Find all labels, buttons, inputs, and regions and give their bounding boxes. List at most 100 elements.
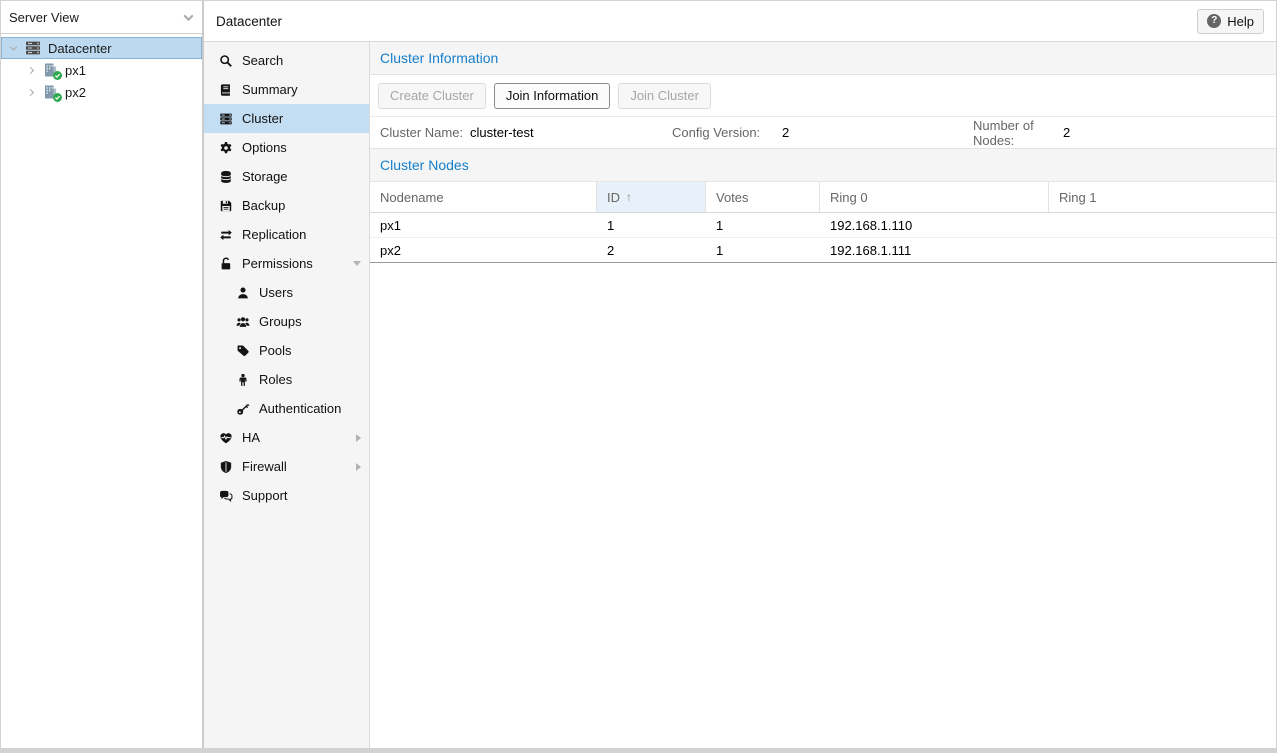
sidebar-item-label: Firewall [242,459,287,474]
number-of-nodes-value: 2 [1063,125,1070,140]
chevron-down-icon [184,11,194,21]
view-selector-combo[interactable]: Server View [1,1,202,34]
sidebar-item-roles[interactable]: Roles [204,365,369,394]
sidebar-item-pools[interactable]: Pools [204,336,369,365]
sidebar-item-backup[interactable]: Backup [204,191,369,220]
help-button[interactable]: ? Help [1197,9,1264,34]
floppy-icon [218,198,233,213]
caret-right-icon [356,434,361,442]
tag-icon [235,343,250,358]
caret-right-icon [356,463,361,471]
cluster-toolbar: Create Cluster Join Information Join Clu… [370,75,1276,117]
page-title: Datacenter [216,14,282,29]
sidebar-item-label: Replication [242,227,306,242]
column-header-ring0[interactable]: Ring 0 [820,182,1049,212]
datacenter-icon [25,40,43,56]
key-icon [235,401,250,416]
sidebar-item-storage[interactable]: Storage [204,162,369,191]
sidebar-item-label: Roles [259,372,292,387]
cell-ring0: 192.168.1.110 [820,213,1049,237]
help-button-label: Help [1227,14,1254,29]
tree-node-datacenter[interactable]: Datacenter [1,37,202,59]
config-version-field: Config Version: 2 [672,125,973,140]
unlock-icon [218,256,233,271]
tree-node-label: px2 [65,85,86,100]
cluster-name-value: cluster-test [470,125,534,140]
panel-title: Cluster Information [380,50,498,66]
sidebar-item-users[interactable]: Users [204,278,369,307]
database-icon [218,169,233,184]
panel-title: Cluster Nodes [380,157,469,173]
expander-closed-icon[interactable] [23,68,37,73]
resource-tree: Datacenter px1 [1,34,202,103]
search-icon [218,53,233,68]
node-online-icon [42,84,60,100]
header-bar: Datacenter ? Help [204,1,1276,42]
cluster-name-label: Cluster Name: [380,125,470,140]
sidebar-item-label: Backup [242,198,285,213]
cluster-nodes-header: Cluster Nodes [370,149,1276,182]
sidebar-item-authentication[interactable]: Authentication [204,394,369,423]
content-area: Cluster Information Create Cluster Join … [370,42,1276,748]
sidebar-item-firewall[interactable]: Firewall [204,452,369,481]
caret-down-icon [353,261,361,266]
tree-node-px1[interactable]: px1 [1,59,202,81]
expander-closed-icon[interactable] [23,90,37,95]
cluster-nodes-table: Nodename ID ↑ Votes Ring 0 [370,182,1276,263]
sidebar-item-label: Search [242,53,283,68]
gear-icon [218,140,233,155]
sidebar-item-label: Support [242,488,288,503]
config-version-value: 2 [782,125,789,140]
datacenter-menu: Search Summary Cluster [204,42,370,748]
sidebar-item-ha[interactable]: HA [204,423,369,452]
cluster-name-field: Cluster Name: cluster-test [380,125,672,140]
sidebar-item-label: Storage [242,169,288,184]
column-header-votes[interactable]: Votes [706,182,820,212]
sidebar-item-search[interactable]: Search [204,46,369,75]
sidebar-item-summary[interactable]: Summary [204,75,369,104]
cell-votes: 1 [706,213,820,237]
join-cluster-button: Join Cluster [618,83,711,109]
status-ok-icon [53,93,62,102]
create-cluster-button: Create Cluster [378,83,486,109]
cell-id: 2 [597,238,706,262]
cluster-information-header: Cluster Information [370,42,1276,75]
shield-icon [218,459,233,474]
cell-nodename: px1 [370,213,597,237]
column-header-nodename[interactable]: Nodename [370,182,597,212]
sidebar-item-groups[interactable]: Groups [204,307,369,336]
person-icon [235,372,250,387]
cell-nodename: px2 [370,238,597,262]
resource-tree-panel: Server View Datacenter [1,1,204,748]
column-header-ring1[interactable]: Ring 1 [1049,182,1276,212]
sidebar-item-cluster[interactable]: Cluster [204,104,369,133]
comments-icon [218,488,233,503]
sync-arrows-icon [218,227,233,242]
table-row[interactable]: px1 1 1 192.168.1.110 [370,213,1276,238]
proxmox-app: Server View Datacenter [0,0,1277,753]
book-icon [218,82,233,97]
sidebar-item-options[interactable]: Options [204,133,369,162]
column-header-id[interactable]: ID ↑ [597,182,706,212]
cluster-summary-row: Cluster Name: cluster-test Config Versio… [370,117,1276,149]
users-group-icon [235,314,250,329]
sidebar-item-replication[interactable]: Replication [204,220,369,249]
table-row[interactable]: px2 2 1 192.168.1.111 [370,238,1276,263]
sidebar-item-permissions[interactable]: Permissions [204,249,369,278]
question-icon: ? [1207,14,1221,28]
expander-open-icon[interactable] [6,46,20,51]
tree-node-label: Datacenter [48,41,112,56]
cell-votes: 1 [706,238,820,262]
config-version-label: Config Version: [672,125,782,140]
sidebar-item-label: Permissions [242,256,313,271]
tree-node-label: px1 [65,63,86,78]
sidebar-item-label: HA [242,430,260,445]
sidebar-item-support[interactable]: Support [204,481,369,510]
cell-ring1 [1049,238,1276,262]
join-information-button[interactable]: Join Information [494,83,611,109]
sidebar-item-label: Groups [259,314,302,329]
tree-node-px2[interactable]: px2 [1,81,202,103]
sidebar-item-label: Options [242,140,287,155]
user-icon [235,285,250,300]
cell-id: 1 [597,213,706,237]
